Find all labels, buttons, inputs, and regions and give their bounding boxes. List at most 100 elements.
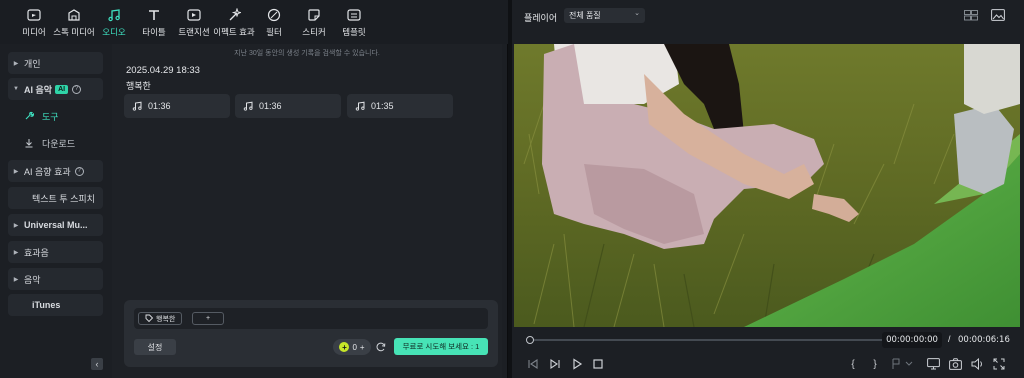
play-icon[interactable] [570, 357, 584, 371]
add-tag-label: + [205, 315, 211, 322]
mood-tag-chip[interactable]: 행복한 [138, 312, 183, 325]
tab-filters[interactable]: 필터 [254, 0, 294, 44]
tab-label: 템플릿 [342, 26, 366, 37]
timecode-separator: / [948, 334, 951, 344]
quality-select[interactable]: 전체 품질 ⌄ [564, 8, 645, 23]
sidebar-item-label: AI 음악 [24, 84, 53, 95]
history-date: 2025.04.29 18:33 [126, 65, 200, 76]
player-panel: 플레이어 전체 품질 ⌄ 00:00:00:00 / 00:00:06:16 {… [512, 0, 1024, 378]
music-note-icon [355, 101, 365, 111]
caret-right-icon: ▶ [13, 60, 19, 67]
effects-icon [226, 7, 242, 23]
track-duration: 01:36 [148, 101, 171, 111]
tab-label: 타이틀 [142, 26, 166, 37]
download-icon [22, 138, 36, 148]
tag-icon [145, 314, 154, 324]
track-duration: 01:36 [259, 101, 282, 111]
image-icon[interactable] [991, 9, 1005, 21]
sidebar-item-label: 효과음 [24, 247, 49, 258]
try-free-button[interactable]: 무료로 시도해 보세요 : 1 [394, 338, 488, 355]
ai-badge: AI [55, 84, 69, 94]
tab-templates[interactable]: 템플릿 [334, 0, 374, 44]
tab-stickers[interactable]: 스티커 [294, 0, 334, 44]
caret-right-icon: ▶ [13, 276, 19, 283]
caret-right-icon: ▶ [13, 222, 19, 229]
track-duration: 01:35 [371, 101, 394, 111]
track-card[interactable]: 01:36 [235, 94, 341, 118]
sidebar-item-itunes[interactable]: iTunes [8, 294, 103, 316]
tab-effects[interactable]: 이펙트 효과 [213, 0, 255, 44]
music-note-icon [132, 101, 142, 111]
stop-icon[interactable] [591, 357, 605, 371]
help-icon[interactable]: ? [74, 166, 84, 176]
grid-layout-icon[interactable] [964, 9, 978, 21]
refresh-icon[interactable] [374, 340, 388, 354]
history-notice: 지난 30일 동안의 생성 기록을 검색할 수 있습니다. [234, 50, 380, 57]
sidebar-item-label: iTunes [32, 300, 61, 310]
tab-label: 스톡 미디어 [53, 26, 95, 37]
playback-progress-bar[interactable] [528, 339, 886, 341]
sticker-icon [306, 7, 322, 23]
sidebar-item-label: AI 음향 효과 [24, 166, 71, 177]
tab-label: 미디어 [22, 26, 46, 37]
tag-chip-label: 행복한 [156, 315, 176, 323]
sidebar-item-label: 개인 [24, 58, 41, 69]
sidebar-item-personal[interactable]: ▶ 개인 [8, 52, 103, 74]
sidebar-item-sfx[interactable]: ▶ 효과음 [8, 241, 103, 263]
filter-icon [266, 7, 282, 23]
collapse-sidebar-button[interactable]: ‹ [91, 358, 103, 370]
library-panel: 미디어 스톡 미디어 오디오 타이틀 트랜지션 이펙트 효과 필터 스티커 템플… [0, 0, 508, 378]
tab-label: 필터 [266, 26, 282, 37]
sidebar-item-music[interactable]: ▶ 음악 [8, 268, 103, 290]
tab-label: 트랜지션 [178, 26, 210, 37]
credit-counter[interactable]: + 0 + [333, 339, 371, 355]
playhead-handle[interactable] [526, 336, 534, 344]
plus-icon: + [359, 342, 365, 352]
add-tag-button[interactable]: + [192, 312, 224, 325]
tab-media[interactable]: 미디어 [14, 0, 54, 44]
wrench-icon [22, 111, 36, 121]
prompt-input[interactable]: 행복한 + [134, 308, 488, 329]
fullscreen-icon[interactable] [992, 357, 1006, 371]
marker-dropdown-icon[interactable] [890, 357, 914, 371]
asset-toolbar: 미디어 스톡 미디어 오디오 타이틀 트랜지션 이펙트 효과 필터 스티커 템플… [0, 0, 508, 44]
mark-out-icon[interactable]: } [868, 357, 882, 371]
track-card[interactable]: 01:36 [124, 94, 230, 118]
sidebar-item-ai-music[interactable]: ▼ AI 음악 AI ? [8, 78, 103, 100]
caret-down-icon: ▼ [13, 86, 19, 92]
help-icon[interactable]: ? [72, 84, 82, 94]
tab-titles[interactable]: 타이틀 [134, 0, 174, 44]
caret-right-icon: ▶ [13, 168, 19, 175]
credit-count: 0 [352, 342, 357, 352]
volume-icon[interactable] [970, 357, 984, 371]
tab-label: 스티커 [302, 26, 326, 37]
sidebar-item-label: 다운로드 [42, 138, 76, 149]
sidebar-item-label: 도구 [42, 111, 59, 122]
sidebar-item-label: Universal Mu... [24, 220, 88, 230]
next-frame-icon[interactable] [548, 357, 562, 371]
sidebar-item-download[interactable]: 다운로드 [22, 133, 75, 153]
sidebar-item-tools[interactable]: 도구 [22, 106, 59, 126]
player-title: 플레이어 [524, 13, 558, 23]
mark-in-icon[interactable]: { [846, 357, 860, 371]
tab-stock-media[interactable]: 스톡 미디어 [53, 0, 95, 44]
title-t-icon [146, 7, 162, 23]
caret-right-icon: ▶ [13, 249, 19, 256]
tab-transitions[interactable]: 트랜지션 [174, 0, 214, 44]
previous-frame-icon[interactable] [526, 357, 540, 371]
current-timecode[interactable]: 00:00:00:00 [882, 332, 942, 348]
transition-icon [186, 7, 202, 23]
sidebar-item-ai-sound-effect[interactable]: ▶ AI 음향 효과 ? [8, 160, 103, 182]
quality-value: 전체 품질 [569, 11, 601, 20]
template-icon [346, 7, 362, 23]
snapshot-camera-icon[interactable] [948, 357, 962, 371]
tab-audio[interactable]: 오디오 [94, 0, 134, 44]
music-note-icon [106, 7, 122, 23]
display-settings-icon[interactable] [926, 357, 940, 371]
sidebar-item-universal[interactable]: ▶ Universal Mu... [8, 214, 103, 236]
sidebar-item-tts[interactable]: 텍스트 투 스피치 [8, 187, 103, 209]
settings-button[interactable]: 설정 [134, 339, 176, 355]
track-card[interactable]: 01:35 [347, 94, 453, 118]
total-timecode: 00:00:06:16 [958, 335, 1010, 345]
video-preview[interactable] [514, 44, 1020, 327]
